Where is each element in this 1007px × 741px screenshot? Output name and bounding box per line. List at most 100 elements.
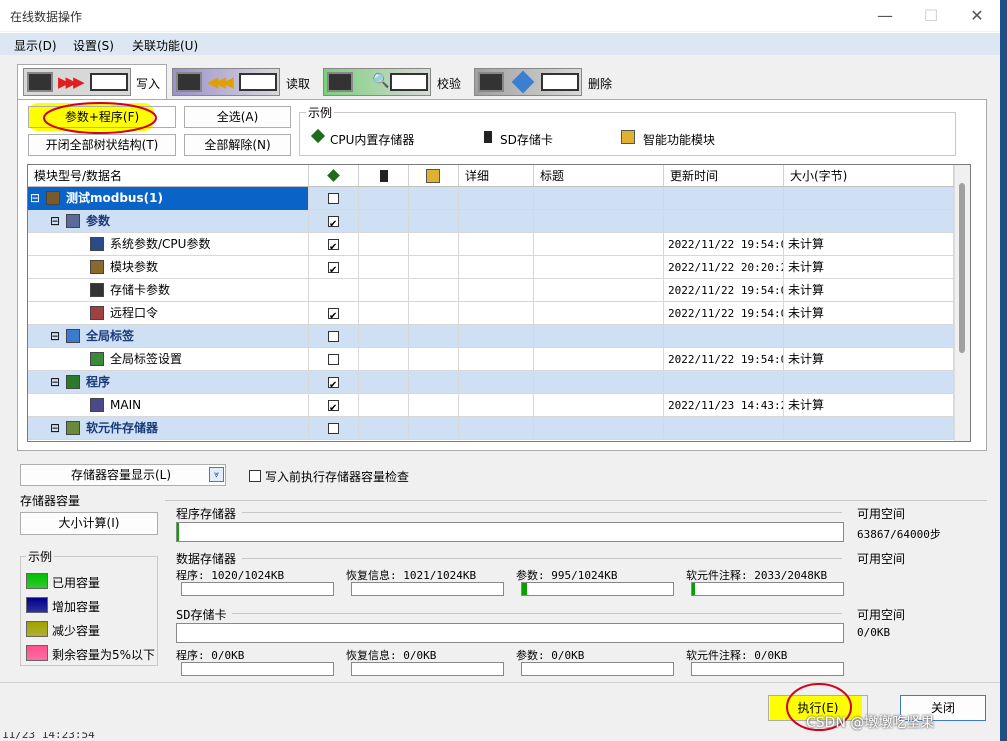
tab-write-label: 写入 <box>136 77 161 91</box>
minimize-button[interactable]: — <box>862 0 908 32</box>
table-row[interactable]: ⊟ 测试modbus(1) <box>28 187 954 210</box>
write-checkbox[interactable] <box>328 331 339 342</box>
expand-toggle-icon[interactable]: ⊟ <box>50 371 60 394</box>
data-available-label: 可用空间 <box>857 552 906 566</box>
maximize-button[interactable]: ☐ <box>908 0 954 32</box>
select-all-button[interactable]: 全选(A) <box>184 106 291 128</box>
menu-related-functions[interactable]: 关联功能(U) <box>132 37 198 54</box>
table-cell <box>534 256 664 279</box>
menu-settings[interactable]: 设置(S) <box>73 37 114 54</box>
table-row[interactable]: 全局标签设置 2022/11/22 19:54:03 未计算 <box>28 348 954 371</box>
plc-write-icon: ▶▶▶ <box>23 68 131 96</box>
table-row[interactable]: ⊟ 软元件存储器 <box>28 417 954 440</box>
table-cell: 全局标签设置 <box>28 348 309 371</box>
table-cell <box>459 279 534 302</box>
header-cpu-column[interactable] <box>309 165 359 187</box>
table-cell[interactable] <box>309 233 359 256</box>
table-row[interactable]: ⊟ 程序 <box>28 371 954 394</box>
expand-toggle-icon[interactable]: ⊟ <box>50 417 60 440</box>
pre-check-label: 写入前执行存储器容量检查 <box>265 470 410 484</box>
sd-available-label: 可用空间 <box>857 608 906 622</box>
table-row[interactable]: 存储卡参数 2022/11/22 19:54:01 未计算 <box>28 279 954 302</box>
header-detail[interactable]: 详细 <box>459 165 534 187</box>
write-checkbox[interactable] <box>328 236 339 256</box>
deselect-all-button[interactable]: 全部解除(N) <box>184 134 291 156</box>
table-row[interactable]: 系统参数/CPU参数 2022/11/22 19:54:02未计算 <box>28 233 954 256</box>
update-time-cell <box>664 210 784 233</box>
write-checkbox[interactable] <box>328 259 339 279</box>
tab-verify[interactable]: 🔍 校验 <box>323 68 463 96</box>
write-checkbox[interactable] <box>328 213 339 233</box>
table-cell[interactable] <box>309 417 359 440</box>
pre-check-checkbox[interactable] <box>249 470 261 482</box>
data-memory-bar <box>521 582 674 596</box>
chevron-down-icon: ⩔ <box>209 467 224 482</box>
table-cell[interactable] <box>309 325 359 348</box>
tab-write[interactable]: ▶▶▶ 写入 <box>17 64 167 100</box>
header-module-name[interactable]: 模块型号/数据名 <box>28 165 309 187</box>
table-row[interactable]: ⊟ 全局标签 <box>28 325 954 348</box>
header-sd-column[interactable] <box>359 165 409 187</box>
divider <box>242 512 842 513</box>
capacity-display-dropdown[interactable]: 存储器容量显示(L) ⩔ <box>20 464 226 486</box>
tab-read[interactable]: ◀◀◀ 读取 <box>172 68 312 96</box>
legend-sd-label: SD存储卡 <box>500 133 553 147</box>
table-cell <box>459 256 534 279</box>
expand-toggle-icon[interactable]: ⊟ <box>30 187 40 210</box>
write-checkbox[interactable] <box>328 397 339 417</box>
legend-swatch <box>26 573 48 589</box>
calculate-size-button[interactable]: 大小计算(I) <box>20 512 158 535</box>
header-update-time[interactable]: 更新时间 <box>664 165 784 187</box>
data-memory-label: 参数: 995/1024KB <box>516 569 618 582</box>
table-row[interactable]: 模块参数 2022/11/22 20:20:22未计算 <box>28 256 954 279</box>
table-cell[interactable] <box>309 394 359 417</box>
global-label-folder-icon <box>66 329 80 343</box>
table-row[interactable]: 远程口令 2022/11/22 19:54:01未计算 <box>28 302 954 325</box>
table-cell <box>459 394 534 417</box>
table-cell <box>359 394 409 417</box>
data-grid[interactable]: 模块型号/数据名 详细 标题 更新时间 大小(字节) ⊟ 测试modbus(1) ⊟… <box>27 164 971 442</box>
grid-scroll-thumb[interactable] <box>959 183 965 353</box>
capacity-divider <box>165 500 987 501</box>
legend-label: 剩余容量为5%以下 <box>52 648 156 662</box>
tab-delete[interactable]: 删除 <box>474 68 614 96</box>
write-checkbox[interactable] <box>328 305 339 325</box>
table-cell[interactable] <box>309 348 359 371</box>
program-memory-title: 程序存储器 <box>176 507 237 521</box>
table-cell[interactable] <box>309 302 359 325</box>
row-name: 全局标签设置 <box>110 352 183 366</box>
grid-scrollbar[interactable] <box>954 165 970 441</box>
table-cell[interactable] <box>309 187 359 210</box>
row-name: 测试modbus(1) <box>66 191 163 205</box>
close-window-button[interactable]: ✕ <box>954 0 1000 32</box>
plc-delete-icon <box>474 68 582 96</box>
write-checkbox[interactable] <box>328 423 339 434</box>
table-row[interactable]: MAIN 2022/11/23 14:43:21未计算 <box>28 394 954 417</box>
row-name: 模块参数 <box>110 260 159 274</box>
red-circle-annotation <box>43 102 157 134</box>
header-size[interactable]: 大小(字节) <box>784 165 954 187</box>
table-cell[interactable] <box>309 210 359 233</box>
write-checkbox[interactable] <box>328 374 339 394</box>
table-cell <box>459 187 534 210</box>
expand-toggle-icon[interactable]: ⊟ <box>50 210 60 233</box>
table-cell <box>409 256 459 279</box>
table-row[interactable]: ⊟ 参数 <box>28 210 954 233</box>
table-cell[interactable] <box>309 256 359 279</box>
table-cell <box>459 210 534 233</box>
write-checkbox[interactable] <box>328 193 339 204</box>
table-cell: 远程口令 <box>28 302 309 325</box>
header-intelligent-column[interactable] <box>409 165 459 187</box>
legend-cpu-label: CPU内置存储器 <box>330 133 415 147</box>
table-cell[interactable] <box>309 279 359 302</box>
write-checkbox[interactable] <box>328 354 339 365</box>
header-title[interactable]: 标题 <box>534 165 664 187</box>
plc-verify-icon: 🔍 <box>323 68 431 96</box>
sd-card-label: 参数: 0/0KB <box>516 649 585 662</box>
table-cell[interactable] <box>309 371 359 394</box>
menu-display[interactable]: 显示(D) <box>14 37 57 54</box>
expand-toggle-icon[interactable]: ⊟ <box>50 325 60 348</box>
tab-read-label: 读取 <box>286 77 311 91</box>
table-cell <box>459 348 534 371</box>
table-cell <box>359 348 409 371</box>
